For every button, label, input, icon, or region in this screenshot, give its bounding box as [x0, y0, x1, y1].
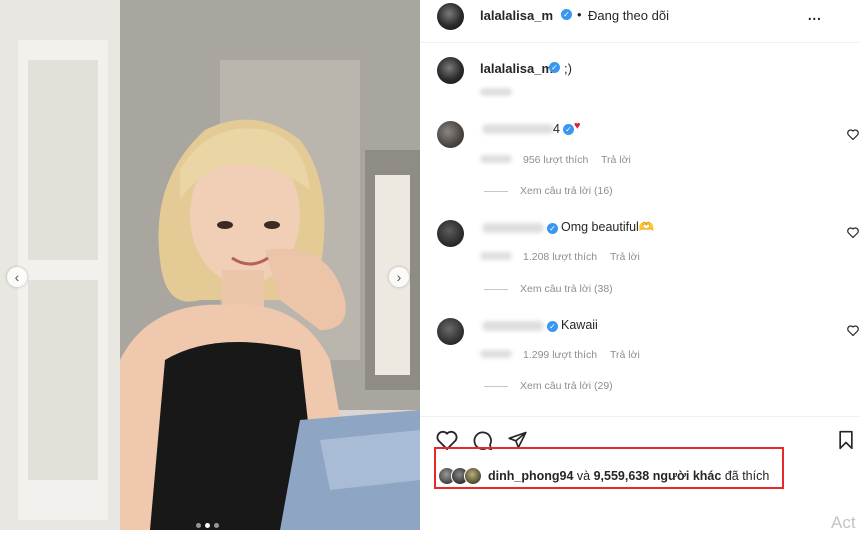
comment-text: Kawaii: [561, 318, 598, 332]
carousel-prev-button[interactable]: ‹: [7, 267, 27, 287]
replies-divider: [484, 386, 508, 387]
comment-username-blurred[interactable]: [482, 124, 554, 134]
verified-badge-icon: ✓: [549, 62, 560, 73]
comment-text: 4: [553, 122, 560, 136]
following-button[interactable]: Đang theo dõi: [588, 8, 669, 23]
carousel-dot: [196, 523, 201, 528]
comment-avatar[interactable]: [437, 318, 464, 345]
comment-likes-count[interactable]: 1.208 lượt thích: [523, 251, 597, 263]
comment-reply-button[interactable]: Trả lời: [610, 349, 640, 361]
caption-author-avatar[interactable]: [437, 57, 464, 84]
verified-badge-icon: ✓: [547, 321, 558, 332]
liker-username[interactable]: dinh_phong94: [488, 469, 573, 483]
verified-badge-icon: ✓: [563, 124, 574, 135]
replies-divider: [484, 289, 508, 290]
author-username[interactable]: lalalalisa_m: [480, 8, 553, 23]
caption-time-blurred: [480, 88, 512, 96]
carousel-dot-active: [205, 523, 210, 528]
comment-avatar[interactable]: [437, 121, 464, 148]
likes-and: và: [576, 469, 591, 483]
view-replies-button[interactable]: Xem câu trả lời (38): [520, 283, 613, 295]
actions-divider: [420, 416, 859, 417]
bookmark-icon[interactable]: [837, 430, 855, 450]
comment-reply-button[interactable]: Trả lời: [610, 251, 640, 263]
comment-avatar[interactable]: [437, 220, 464, 247]
author-avatar[interactable]: [437, 3, 464, 30]
header-separator: •: [577, 7, 582, 22]
carousel-dots: [196, 523, 219, 528]
comment-likes-count[interactable]: 1.299 lượt thích: [523, 349, 597, 361]
view-replies-button[interactable]: Xem câu trả lời (16): [520, 185, 613, 197]
view-replies-button[interactable]: Xem câu trả lời (29): [520, 380, 613, 392]
carousel-next-button[interactable]: ›: [389, 267, 409, 287]
liker-avatar[interactable]: [464, 467, 482, 485]
caption-text: ;): [564, 61, 572, 76]
comment-like-heart-icon[interactable]: [847, 129, 859, 140]
comment-likes-count[interactable]: 956 lượt thích: [523, 154, 588, 166]
comment-username-blurred[interactable]: [482, 223, 544, 233]
comment-reply-button[interactable]: Trả lời: [601, 154, 631, 166]
photo-illustration: [0, 0, 420, 530]
comment-time-blurred: [480, 350, 512, 358]
comment-like-heart-icon[interactable]: [847, 325, 859, 336]
comment-username-blurred[interactable]: [482, 321, 544, 331]
comment-time-blurred: [480, 252, 512, 260]
likes-suffix: đã thích: [724, 469, 770, 483]
comment-like-heart-icon[interactable]: [847, 227, 859, 238]
verified-badge-icon: ✓: [547, 223, 558, 234]
carousel-dot: [214, 523, 219, 528]
replies-divider: [484, 191, 508, 192]
likes-summary: dinh_phong94 và 9,559,638 người khác đã …: [488, 469, 769, 483]
post-photo[interactable]: ‹ ›: [0, 0, 420, 530]
comment-time-blurred: [480, 155, 512, 163]
more-options-icon[interactable]: ...: [807, 3, 822, 26]
likes-others[interactable]: người khác: [653, 469, 722, 483]
likes-count[interactable]: 9,559,638: [594, 469, 650, 483]
activate-windows-watermark: Act: [831, 513, 856, 532]
caption-author-username[interactable]: lalalalisa_m: [480, 61, 553, 76]
verified-badge-icon: ✓: [561, 9, 572, 20]
heart-emoji: ♥: [574, 120, 581, 132]
comment-text: Omg beautiful🫶: [561, 220, 655, 234]
